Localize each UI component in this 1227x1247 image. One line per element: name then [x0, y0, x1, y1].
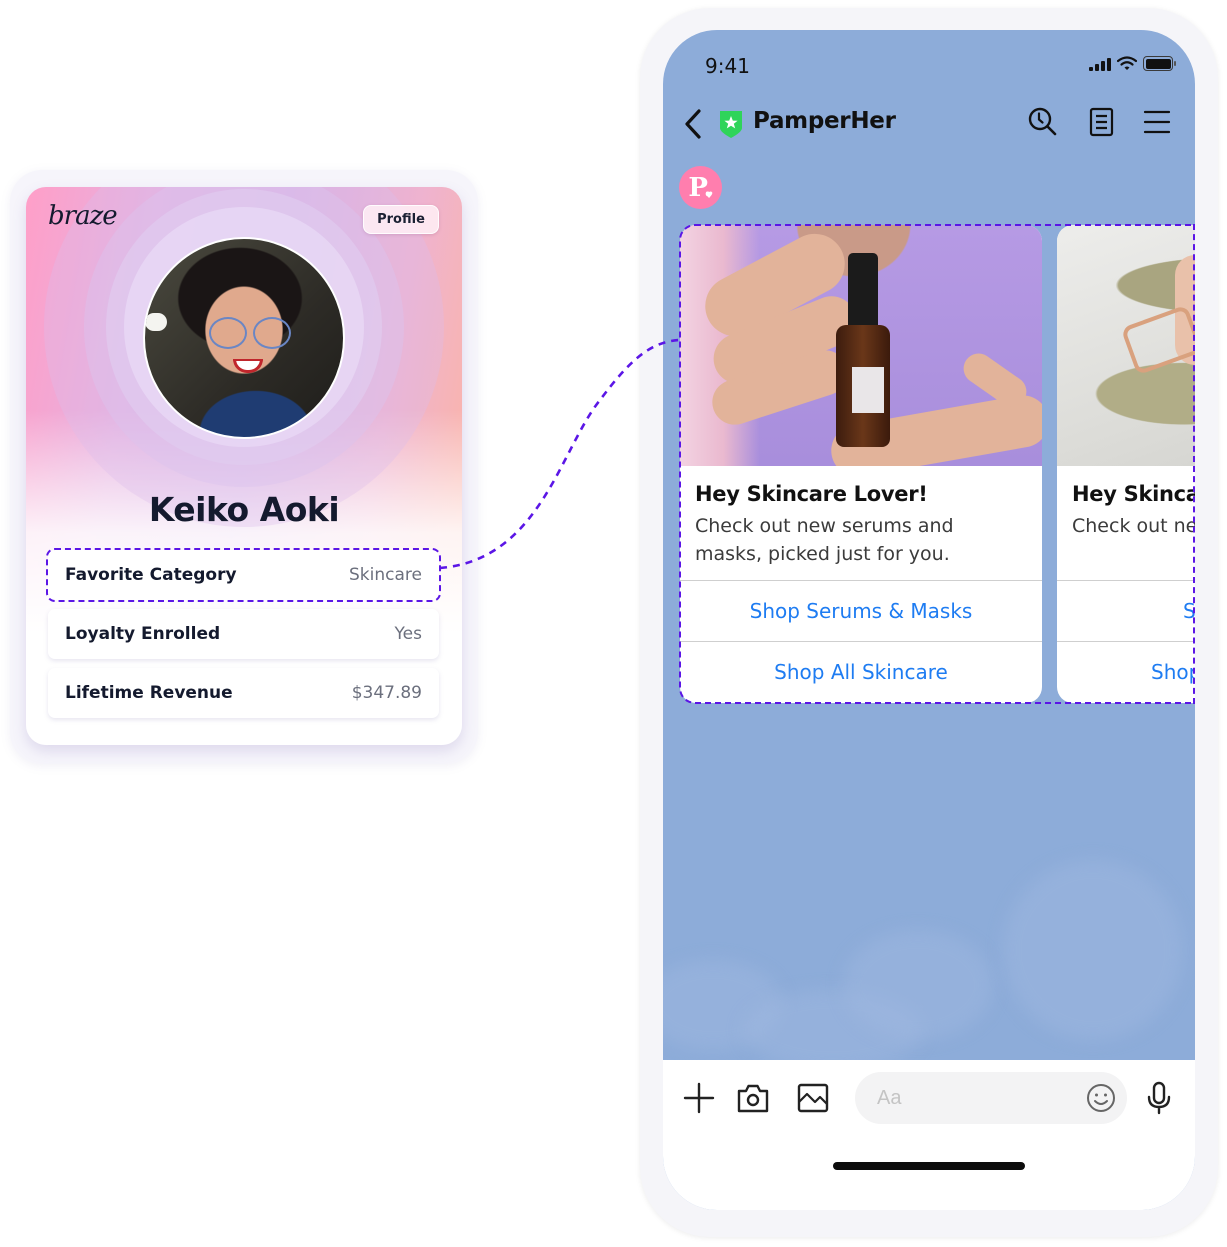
- phone-screen: 9:41 PamperHer P. ♥ Hey Skincare Lover! …: [663, 30, 1195, 1210]
- attribute-row-favorite-category[interactable]: Favorite Category Skincare: [46, 548, 441, 602]
- document-icon[interactable]: [1085, 106, 1117, 138]
- attribute-label: Favorite Category: [65, 565, 237, 585]
- history-search-icon[interactable]: [1027, 106, 1059, 138]
- product-image-serum[interactable]: [680, 225, 1042, 466]
- attribute-value: Yes: [394, 624, 422, 644]
- message-card: Hey Skincare Lover! Check out new serums…: [1057, 225, 1195, 703]
- profile-button[interactable]: Profile: [363, 205, 439, 234]
- battery-icon: [1143, 56, 1176, 71]
- status-time: 9:41: [705, 54, 750, 78]
- chat-nav-bar: PamperHer: [663, 104, 1195, 144]
- attribute-label: Loyalty Enrolled: [65, 624, 221, 644]
- message-title: Hey Skincare Lover!: [695, 482, 928, 506]
- attribute-row-lifetime-revenue[interactable]: Lifetime Revenue $347.89: [48, 668, 439, 718]
- verified-shield-icon: [720, 111, 742, 138]
- message-text-line: masks, picked just for you.: [695, 543, 950, 565]
- braze-logo: braze: [48, 201, 118, 231]
- plus-icon[interactable]: [681, 1080, 717, 1116]
- menu-icon[interactable]: [1141, 106, 1173, 138]
- profile-card: braze Profile Keiko Aoki Favorite Catego…: [26, 187, 462, 745]
- chevron-left-icon[interactable]: [681, 106, 707, 142]
- wifi-icon: [1117, 56, 1137, 70]
- shop-all-skincare-button[interactable]: Shop All Skincare: [1057, 641, 1195, 701]
- camera-icon[interactable]: [735, 1080, 771, 1116]
- attribute-value: $347.89: [351, 683, 422, 703]
- message-text-line: Check out new serums and: [695, 515, 954, 537]
- chat-title: PamperHer: [753, 108, 896, 134]
- shop-serums-masks-button[interactable]: Shop Serums & Masks: [1057, 580, 1195, 640]
- brand-avatar[interactable]: P. ♥: [679, 166, 722, 209]
- message-text: Check out new serums and masks, picked j…: [695, 512, 1027, 568]
- status-icons: [1089, 56, 1176, 71]
- attribute-row-loyalty-enrolled[interactable]: Loyalty Enrolled Yes: [48, 609, 439, 659]
- message-body: Hey Skincare Lover! Check out new serums…: [680, 466, 1042, 568]
- home-indicator: [833, 1162, 1025, 1170]
- image-icon[interactable]: [795, 1080, 831, 1116]
- signal-icon: [1089, 57, 1111, 71]
- cloud: [843, 930, 993, 1040]
- message-text: Check out new serums and: [1072, 512, 1195, 540]
- message-composer: [663, 1060, 1195, 1210]
- shop-serums-masks-button[interactable]: Shop Serums & Masks: [680, 580, 1042, 640]
- attribute-value: Skincare: [349, 565, 422, 585]
- avatar: [143, 237, 345, 439]
- microphone-icon[interactable]: [1141, 1080, 1177, 1116]
- attribute-label: Lifetime Revenue: [65, 683, 233, 703]
- shop-all-skincare-button[interactable]: Shop All Skincare: [680, 641, 1042, 701]
- message-card: Hey Skincare Lover! Check out new serums…: [680, 225, 1042, 703]
- product-image-jade-roller[interactable]: [1057, 225, 1195, 466]
- message-text-line: Check out new serums and: [1072, 515, 1195, 537]
- cloud: [1003, 860, 1183, 1040]
- message-body: Hey Skincare Lover! Check out new serums…: [1057, 466, 1195, 540]
- profile-name: Keiko Aoki: [148, 490, 340, 529]
- emoji-icon[interactable]: [1085, 1082, 1117, 1114]
- message-title: Hey Skincare Lover!: [1072, 482, 1195, 506]
- heart-icon: ♥: [705, 191, 714, 201]
